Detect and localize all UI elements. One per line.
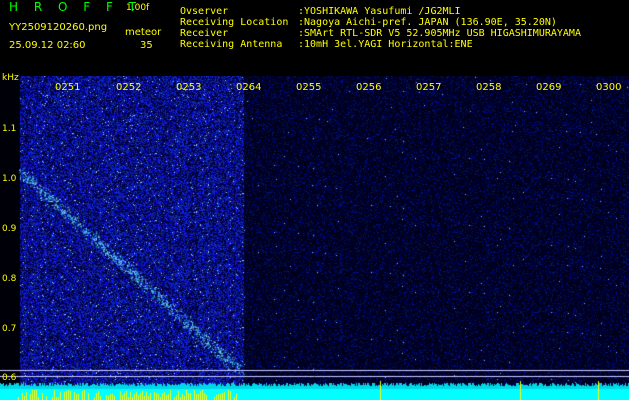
info-observer: Ovserver:YOSHIKAWA Yasufumi /JG2MLI [180,6,461,17]
y-tick-label: 1.0 [2,174,17,184]
x-tick-label: 0253 [176,82,202,93]
x-tick-label: 0269 [536,82,562,93]
image-filename: YY2509120260.png [9,22,108,33]
x-tick-label: 0264 [236,82,262,93]
x-tick-label: 0252 [116,82,142,93]
x-tick-label: 0251 [55,82,81,93]
x-tick-label: 0255 [296,82,322,93]
info-receiver: Receiver:SMArt RTL-SDR V5 52.905MHz USB … [180,28,581,39]
info-location: Receiving Location:Nagoya Aichi-pref. JA… [180,17,557,28]
meteor-count: 35 [140,40,153,51]
x-tick-label: 0256 [356,82,382,93]
y-tick-label: 0.6 [2,373,17,383]
spectrogram-canvas [0,76,629,400]
info-antenna: Receiving Antenna:10mH 3el.YAGI Horizont… [180,39,473,50]
y-tick-label: 0.9 [2,224,17,234]
observation-timestamp: 25.09.12 02:60 [9,40,86,51]
app-brand: H R O F F T [9,0,143,14]
x-tick-label: 0300 [596,82,622,93]
x-tick-label: 0258 [476,82,502,93]
y-tick-label: 1.1 [2,124,17,134]
y-tick-label: 0.7 [2,324,17,334]
y-tick-label: 0.8 [2,274,17,284]
header-panel: H R O F F T 1.00f YY2509120260.png meteo… [0,0,629,76]
app-version: 1.00f [126,3,150,13]
x-tick-label: 0257 [416,82,442,93]
axis-unit-label: kHz [2,73,19,83]
observation-type: meteor [125,27,162,38]
